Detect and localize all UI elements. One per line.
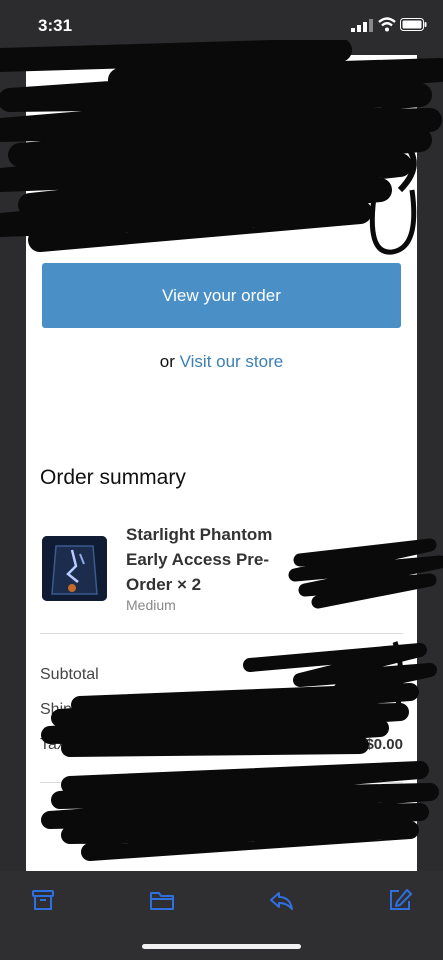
folder-icon[interactable] <box>149 887 175 913</box>
compose-icon[interactable] <box>387 887 413 913</box>
redaction-scribble <box>0 40 443 255</box>
battery-icon <box>400 18 427 31</box>
store-prefix: or <box>159 352 175 371</box>
visit-store-link[interactable]: Visit our store <box>180 352 284 371</box>
reply-icon[interactable] <box>268 887 294 913</box>
redaction-scribble <box>41 538 443 861</box>
status-time: 3:31 <box>38 16 73 35</box>
view-order-button[interactable]: View your order <box>42 263 401 328</box>
wifi-icon <box>378 17 396 32</box>
archive-icon[interactable] <box>30 887 56 913</box>
home-indicator <box>142 944 301 949</box>
signal-icon <box>351 19 373 32</box>
order-summary-title: Order summary <box>40 466 186 489</box>
visit-store-line: or Visit our store <box>0 352 443 372</box>
